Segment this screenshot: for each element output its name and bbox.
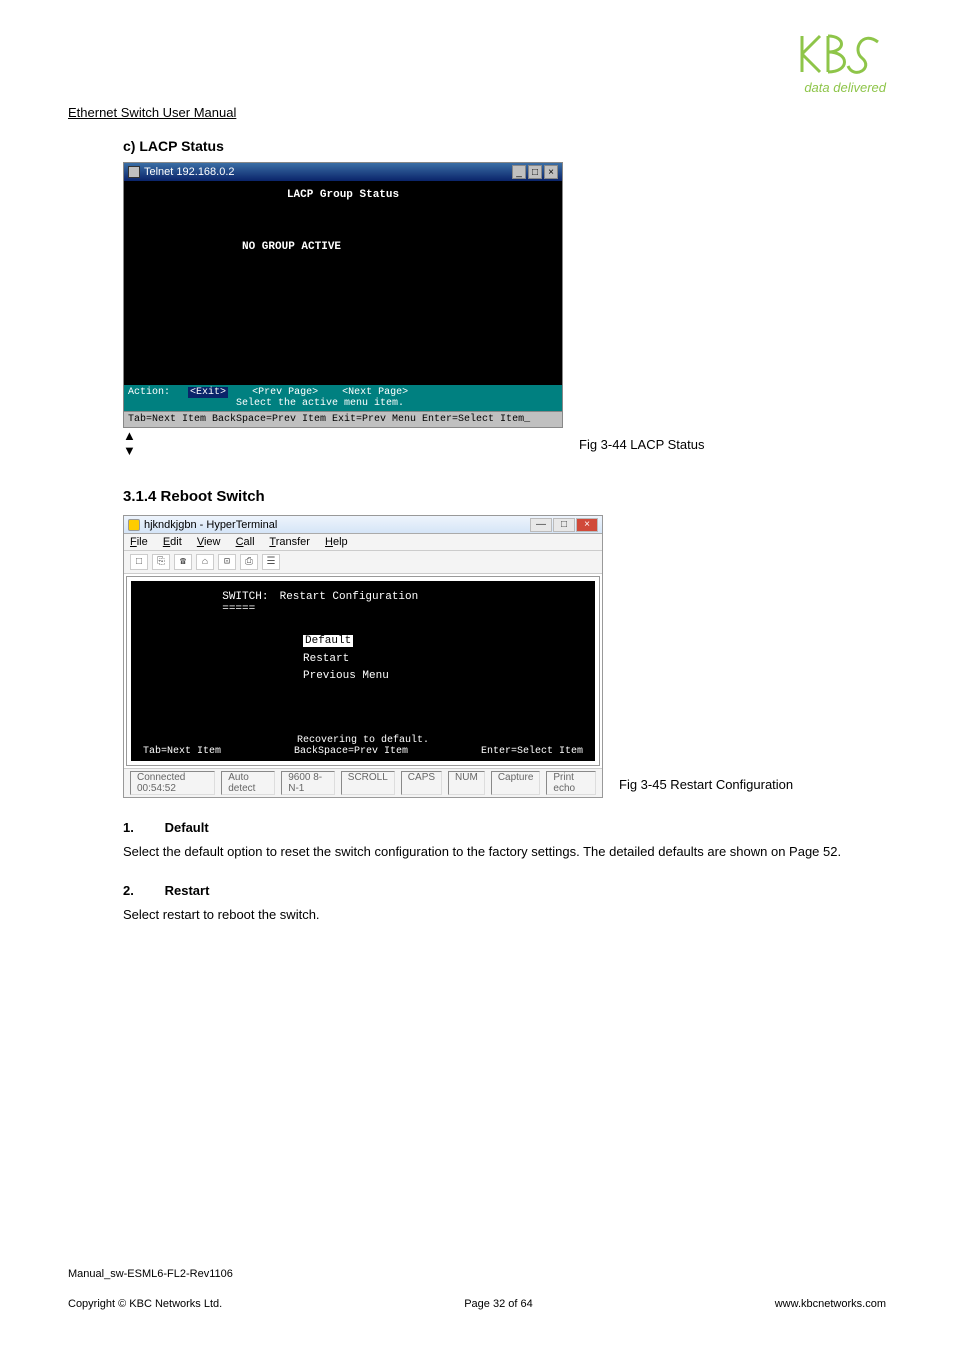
tool-new-icon[interactable]: □ [130, 554, 148, 570]
menu-help[interactable]: Help [325, 536, 348, 548]
switch-label: SWITCH: [222, 591, 268, 603]
telnet-bottom-bar: Tab=Next Item BackSpace=Prev Item Exit=P… [124, 411, 562, 427]
status-num: NUM [448, 771, 485, 795]
ht-menubar: FFileile Edit View Call Transfer Help [124, 534, 602, 551]
kbc-logo: data delivered [796, 30, 886, 95]
scroll-down-icon[interactable]: ▼ [123, 443, 563, 458]
fig-3-44-caption: Fig 3-44 LACP Status [579, 437, 705, 452]
foot-tab-hint: Tab=Next Item [143, 746, 221, 757]
status-capture: Capture [491, 771, 541, 795]
action-label: Action: [128, 387, 170, 398]
menu-call[interactable]: Call [236, 536, 255, 548]
telnet-icon [128, 166, 140, 178]
menu-edit[interactable]: Edit [163, 536, 182, 548]
ht-statusbar: Connected 00:54:52 Auto detect 9600 8-N-… [124, 768, 602, 797]
tool-open-icon[interactable]: ⎘ [152, 554, 170, 570]
subsection-1-body: Select the default option to reset the s… [123, 843, 886, 861]
page-footer: Manual_sw-ESML6-FL2-Rev1106 Copyright © … [68, 1268, 886, 1310]
footer-file-id: Manual_sw-ESML6-FL2-Rev1106 [68, 1268, 886, 1280]
switch-underline: ===== [222, 603, 255, 615]
fig-3-45-caption: Fig 3-45 Restart Configuration [619, 777, 793, 792]
telnet-titlebar: Telnet 192.168.0.2 _ □ × [124, 163, 562, 181]
footer-copyright: Copyright © KBC Networks Ltd. [68, 1298, 222, 1310]
status-connected: Connected 00:54:52 [130, 771, 215, 795]
menu-item-restart[interactable]: Restart [303, 651, 583, 669]
close-button[interactable]: × [544, 165, 558, 179]
status-print: Print echo [546, 771, 596, 795]
telnet-title-text: Telnet 192.168.0.2 [144, 166, 235, 178]
subsection-1-title: Default [165, 820, 209, 835]
menu-file[interactable]: FFileile [130, 536, 148, 548]
subsection-2-body: Select restart to reboot the switch. [123, 906, 886, 924]
subsection-2-title: Restart [165, 883, 210, 898]
tool-call-icon[interactable]: ☎ [174, 554, 192, 570]
foot-enter-hint: Enter=Select Item [481, 746, 583, 757]
ht-title-text: hjkndkjgbn - HyperTerminal [144, 519, 277, 531]
ht-maximize-button[interactable]: □ [553, 518, 575, 532]
maximize-button[interactable]: □ [528, 165, 542, 179]
lacp-screen-title: LACP Group Status [132, 189, 554, 201]
logo-tagline: data delivered [796, 80, 886, 95]
footer-page-number: Page 32 of 64 [464, 1298, 533, 1310]
status-scroll: SCROLL [341, 771, 395, 795]
section-c-heading: c) LACP Status [123, 138, 886, 154]
telnet-window: Telnet 192.168.0.2 _ □ × LACP Group Stat… [123, 162, 563, 428]
subsection-1-number: 1. [123, 820, 161, 835]
scroll-up-icon[interactable]: ▲ [123, 428, 563, 443]
manual-title: Ethernet Switch User Manual [68, 105, 236, 120]
tool-hangup-icon[interactable]: ⌂ [196, 554, 214, 570]
menu-view[interactable]: View [197, 536, 221, 548]
action-hint: Select the active menu item. [236, 398, 404, 409]
status-caps: CAPS [401, 771, 442, 795]
restart-config-title: Restart Configuration [280, 591, 419, 603]
hyperterminal-window: hjkndkjgbn - HyperTerminal — □ × FFileil… [123, 515, 603, 798]
subsection-1-heading: 1. Default [123, 820, 886, 835]
menu-item-default[interactable]: Default [303, 635, 353, 647]
menu-item-previous[interactable]: Previous Menu [303, 668, 583, 686]
prev-page-action[interactable]: <Prev Page> [252, 387, 318, 398]
action-bar: Action: <Exit> <Prev Page> <Next Page> S… [124, 385, 562, 411]
tool-receive-icon[interactable]: ⎙ [240, 554, 258, 570]
tool-props-icon[interactable]: ☰ [262, 554, 280, 570]
ht-titlebar: hjkndkjgbn - HyperTerminal — □ × [124, 516, 602, 534]
ht-close-button[interactable]: × [576, 518, 598, 532]
foot-recovering-text: Recovering to default. [143, 735, 583, 746]
footer-url: www.kbcnetworks.com [775, 1298, 886, 1310]
no-group-active-text: NO GROUP ACTIVE [242, 241, 554, 253]
status-autodetect: Auto detect [221, 771, 275, 795]
subsection-2-heading: 2. Restart [123, 883, 886, 898]
tool-send-icon[interactable]: ⊡ [218, 554, 236, 570]
ht-minimize-button[interactable]: — [530, 518, 552, 532]
ht-screen: SWITCH: Restart Configuration ===== Defa… [131, 581, 595, 761]
subsection-2-number: 2. [123, 883, 161, 898]
status-baud: 9600 8-N-1 [281, 771, 335, 795]
menu-transfer[interactable]: Transfer [269, 536, 310, 548]
exit-action[interactable]: <Exit> [188, 387, 228, 398]
ht-toolbar: □ ⎘ ☎ ⌂ ⊡ ⎙ ☰ [124, 551, 602, 574]
foot-backspace-hint: BackSpace=Prev Item [294, 746, 408, 757]
ht-app-icon [128, 519, 140, 531]
next-page-action[interactable]: <Next Page> [342, 387, 408, 398]
section-314-heading: 3.1.4 Reboot Switch [123, 488, 886, 505]
minimize-button[interactable]: _ [512, 165, 526, 179]
